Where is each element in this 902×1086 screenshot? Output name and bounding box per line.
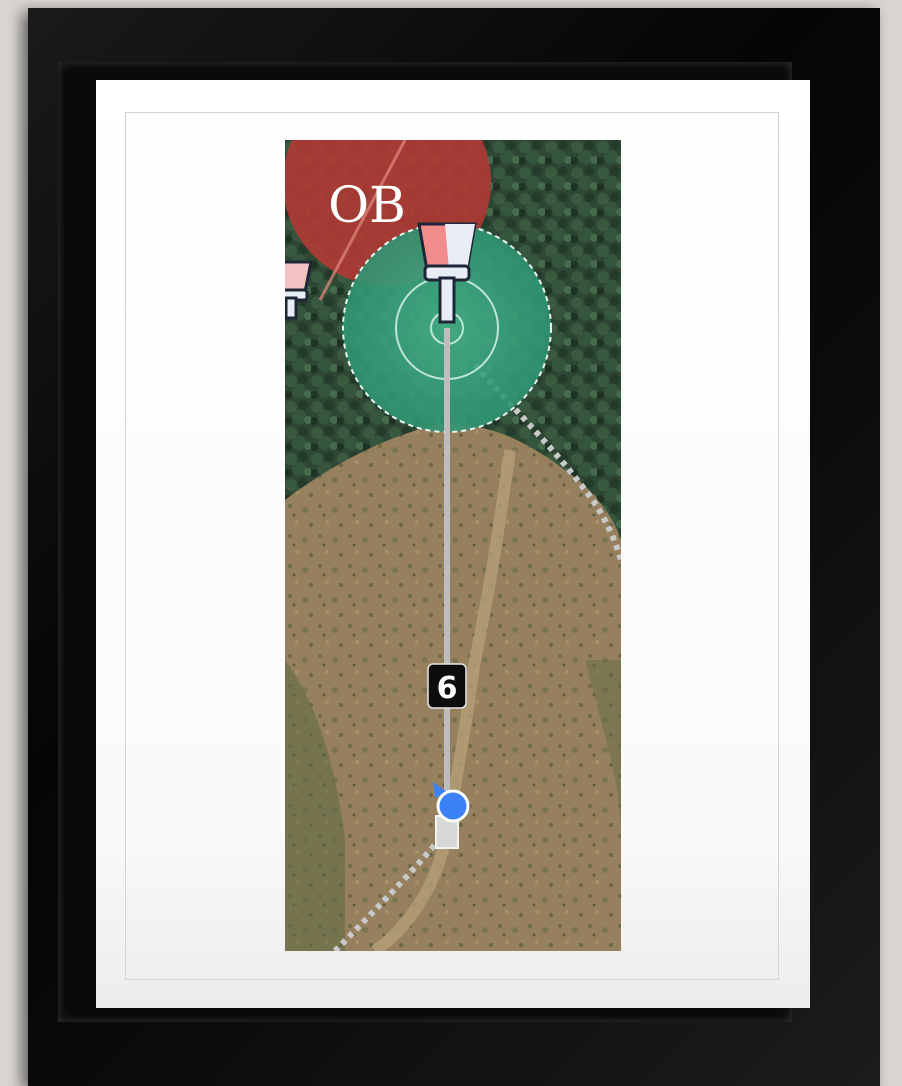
hole-map[interactable]: OB 6 (285, 140, 621, 951)
hole-map-svg: OB 6 (285, 140, 621, 951)
player-location-icon[interactable] (436, 789, 470, 823)
ob-label: OB (328, 176, 406, 234)
hole-number-badge[interactable]: 6 (427, 663, 467, 709)
hole-number-label: 6 (437, 671, 458, 706)
